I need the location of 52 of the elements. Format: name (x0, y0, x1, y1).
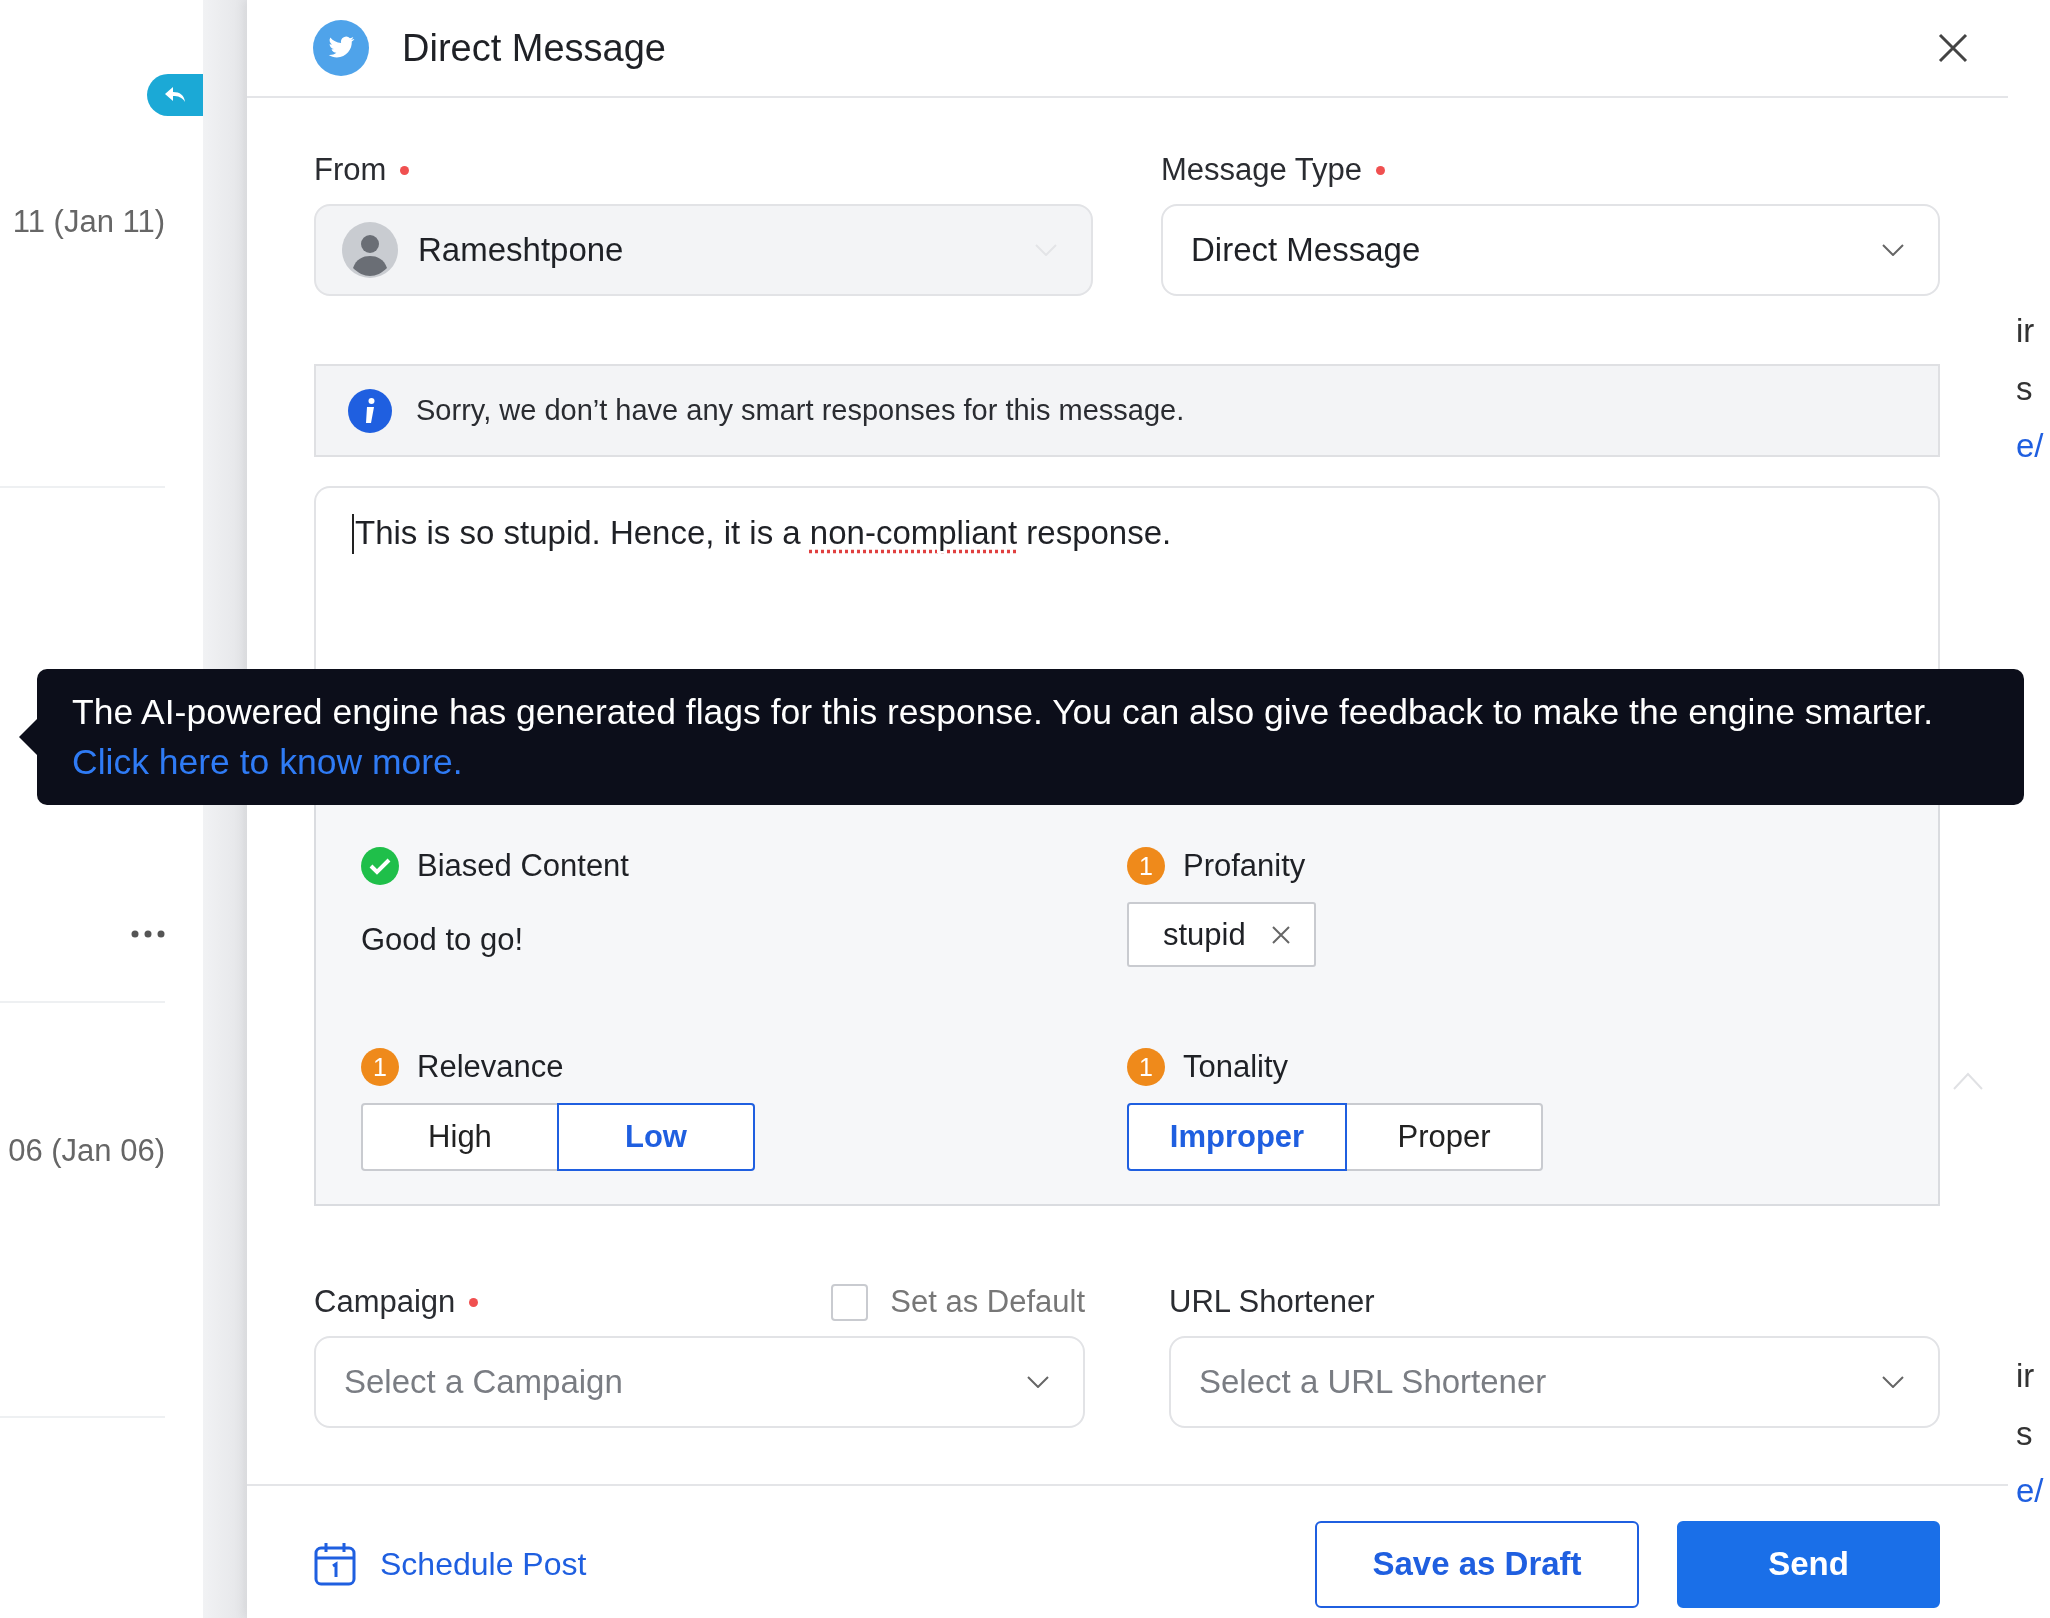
date-text: 06 (Jan 06) (8, 1133, 165, 1169)
bird-icon (313, 20, 369, 76)
flag-text: Good to go! (361, 922, 523, 958)
remove-icon[interactable] (1271, 925, 1290, 944)
count-badge: 1 (361, 1048, 399, 1086)
send-button[interactable]: Send (1677, 1520, 1940, 1608)
avatar-icon (342, 222, 398, 278)
reply-arrow-icon (164, 86, 186, 104)
field-label: From (314, 152, 387, 188)
flag-title: Relevance (417, 1049, 564, 1085)
text-fragment: s (2016, 370, 2033, 408)
tooltip-text: The AI-powered engine has generated flags for this response. You can also give feedback to make the engine smarter. Click here to know more. (37, 669, 2024, 805)
from-select[interactable]: Rameshtpone (314, 204, 1093, 296)
dialog-title: Direct Message (402, 26, 666, 70)
reply-button[interactable] (147, 74, 203, 116)
toggle-option[interactable]: Proper (1345, 1103, 1543, 1171)
schedule-link[interactable]: Schedule Post (314, 1542, 587, 1586)
calendar-icon (314, 1542, 356, 1586)
chevron-down-icon (1882, 244, 1904, 256)
text-cursor (352, 514, 354, 554)
text-fragment: ir (2016, 312, 2035, 350)
flag-title: Profanity (1183, 848, 1306, 884)
learn-more-link[interactable]: Click here to know more. (72, 742, 463, 782)
link-fragment[interactable]: e/ (2016, 1472, 2044, 1510)
toggle-option[interactable]: Improper (1127, 1103, 1347, 1171)
field-label: Message Type (1161, 152, 1363, 188)
text-fragment: ir (2016, 1357, 2035, 1395)
close-icon[interactable] (1938, 33, 1968, 63)
word-tag: stupid (1127, 902, 1316, 967)
field-label: Campaign (314, 1284, 456, 1320)
info-text: Sorry, we don’t have any smart responses for this message. (416, 394, 1185, 427)
link-fragment[interactable]: e/ (2016, 427, 2044, 465)
checkbox[interactable] (831, 1283, 869, 1321)
info-icon (348, 388, 392, 433)
chevron-down-icon (1027, 1376, 1049, 1388)
field-label: URL Shortener (1169, 1284, 1375, 1320)
flag-title: Biased Content (417, 848, 629, 884)
save-draft-button[interactable]: Save as Draft (1315, 1520, 1639, 1608)
flag-title: Tonality (1183, 1049, 1289, 1085)
chevron-down-icon (1882, 1376, 1904, 1388)
url-shortener-select[interactable]: Select a URL Shortener (1169, 1336, 1940, 1428)
campaign-select[interactable]: Select a Campaign (314, 1336, 1085, 1428)
count-badge: 1 (1127, 1048, 1165, 1086)
checkbox-label: Set as Default (890, 1284, 1085, 1320)
toggle-option[interactable]: High (361, 1103, 559, 1171)
message-type-select[interactable]: Direct Message (1161, 204, 1940, 296)
more-icon[interactable] (131, 930, 165, 938)
count-badge: 1 (1127, 847, 1165, 885)
toggle-option[interactable]: Low (557, 1103, 755, 1171)
tooltip-pointer (19, 719, 37, 755)
date-text: 11 (Jan 11) (12, 204, 165, 240)
text-fragment: s (2016, 1415, 2033, 1453)
